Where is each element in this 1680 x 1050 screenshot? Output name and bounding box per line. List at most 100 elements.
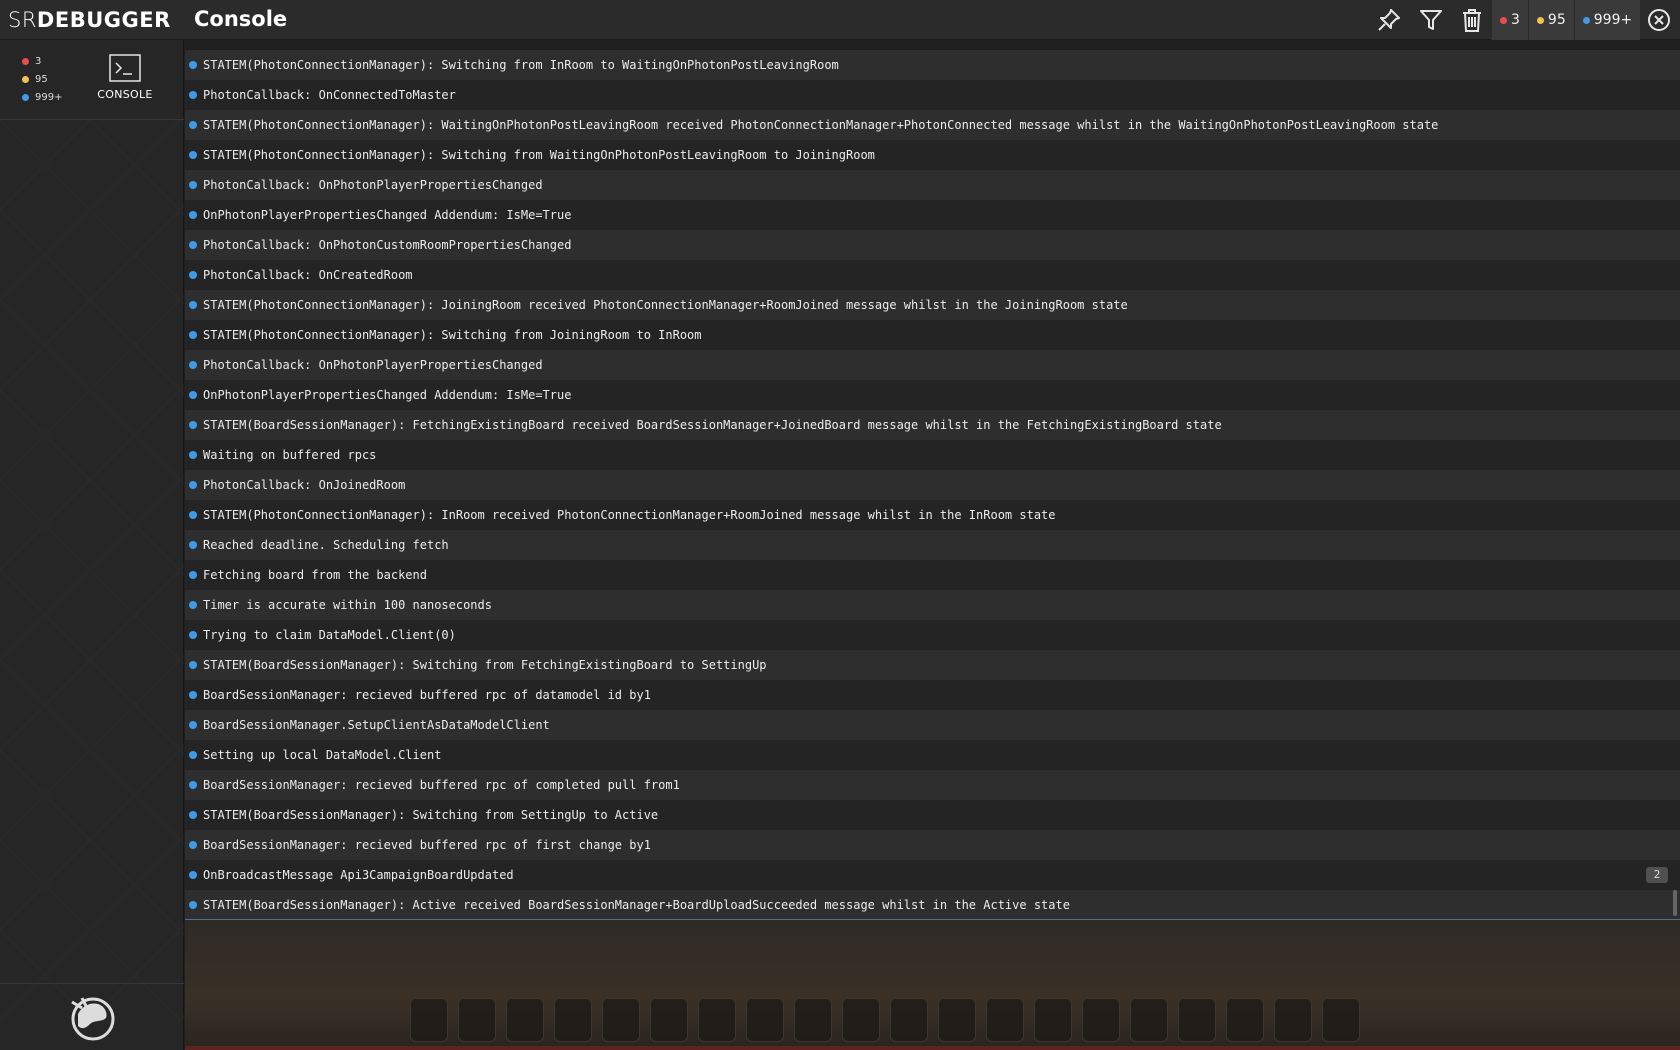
background-slot xyxy=(410,998,448,1042)
log-entry-text: PhotonCallback: OnPhotonCustomRoomProper… xyxy=(203,238,572,252)
info-level-icon xyxy=(189,451,197,459)
log-entry[interactable]: STATEM(PhotonConnectionManager): Switchi… xyxy=(185,140,1680,170)
close-icon xyxy=(1648,9,1670,31)
background-slot xyxy=(842,998,880,1042)
background-slot xyxy=(1178,998,1216,1042)
log-entry-text: STATEM(PhotonConnectionManager): Switchi… xyxy=(203,58,839,72)
log-entry-text: STATEM(BoardSessionManager): Switching f… xyxy=(203,658,767,672)
background-game-view xyxy=(185,920,1680,1050)
app-logo: SRDEBUGGER xyxy=(8,6,171,34)
info-level-icon xyxy=(189,151,197,159)
log-entry[interactable]: PhotonCallback: OnPhotonPlayerProperties… xyxy=(185,170,1680,200)
log-entry[interactable]: Setting up local DataModel.Client xyxy=(185,740,1680,770)
log-entry-text: PhotonCallback: OnPhotonPlayerProperties… xyxy=(203,178,543,192)
log-entry[interactable]: OnPhotonPlayerPropertiesChanged Addendum… xyxy=(185,380,1680,410)
pin-icon xyxy=(1378,9,1400,31)
error-count-toggle[interactable]: 3 xyxy=(1491,0,1528,40)
background-slot xyxy=(506,998,544,1042)
log-entry-text: BoardSessionManager.SetupClientAsDataMod… xyxy=(203,718,550,732)
info-level-icon xyxy=(189,421,197,429)
log-entry-text: Timer is accurate within 100 nanoseconds xyxy=(203,598,492,612)
sidebar: 3 95 999+ CONSOLE xyxy=(0,40,184,1050)
warning-dot xyxy=(1536,16,1544,24)
log-entry-text: BoardSessionManager: recieved buffered r… xyxy=(203,688,651,702)
log-entry[interactable]: STATEM(PhotonConnectionManager): InRoom … xyxy=(185,500,1680,530)
log-entry[interactable]: BoardSessionManager: recieved buffered r… xyxy=(185,680,1680,710)
clear-button[interactable] xyxy=(1451,0,1493,40)
sidebar-item-label: CONSOLE xyxy=(97,88,153,101)
info-level-icon xyxy=(189,631,197,639)
info-level-icon xyxy=(189,811,197,819)
background-slot xyxy=(1082,998,1120,1042)
log-entry[interactable]: STATEM(BoardSessionManager): Switching f… xyxy=(185,650,1680,680)
log-entry[interactable]: PhotonCallback: OnCreatedRoom xyxy=(185,260,1680,290)
log-entry[interactable]: STATEM(PhotonConnectionManager): Switchi… xyxy=(185,50,1680,80)
log-entry-text: Fetching board from the backend xyxy=(203,568,427,582)
close-button[interactable] xyxy=(1638,0,1680,40)
filter-button[interactable] xyxy=(1410,0,1452,40)
background-slot xyxy=(890,998,928,1042)
sidebar-divider xyxy=(0,119,184,120)
log-entry[interactable]: OnBroadcastMessage Api3CampaignBoardUpda… xyxy=(185,860,1680,890)
warning-count: 95 xyxy=(1547,12,1566,28)
duplicate-count-badge: 2 xyxy=(1646,867,1668,883)
info-level-icon xyxy=(189,571,197,579)
info-level-icon xyxy=(189,721,197,729)
background-slot xyxy=(938,998,976,1042)
log-entry[interactable]: Timer is accurate within 100 nanoseconds xyxy=(185,590,1680,620)
background-slot xyxy=(746,998,784,1042)
console-log-list[interactable]: STATEM(PhotonConnectionManager): Switchi… xyxy=(185,50,1680,920)
info-count: 999+ xyxy=(1593,12,1633,28)
log-entry-text: PhotonCallback: OnConnectedToMaster xyxy=(203,88,456,102)
log-entry-text: PhotonCallback: OnCreatedRoom xyxy=(203,268,413,282)
log-entry[interactable]: BoardSessionManager.SetupClientAsDataMod… xyxy=(185,710,1680,740)
log-entry[interactable]: STATEM(PhotonConnectionManager): Waiting… xyxy=(185,110,1680,140)
log-entry[interactable]: PhotonCallback: OnJoinedRoom xyxy=(185,470,1680,500)
info-level-icon xyxy=(189,691,197,699)
error-count: 3 xyxy=(1511,12,1520,28)
page-title: Console xyxy=(194,7,288,31)
sidebar-item-console[interactable]: CONSOLE xyxy=(92,54,158,110)
log-entry[interactable]: OnPhotonPlayerPropertiesChanged Addendum… xyxy=(185,200,1680,230)
sidebar-background-pattern xyxy=(0,120,184,1020)
log-entry-text: OnPhotonPlayerPropertiesChanged Addendum… xyxy=(203,208,572,222)
background-slot xyxy=(698,998,736,1042)
pin-button[interactable] xyxy=(1368,0,1410,40)
brand-logo-icon xyxy=(71,997,115,1041)
logo-prefix: SR xyxy=(8,8,37,32)
log-entry[interactable]: STATEM(PhotonConnectionManager): Switchi… xyxy=(185,320,1680,350)
log-entry[interactable]: PhotonCallback: OnConnectedToMaster xyxy=(185,80,1680,110)
log-bottom-border xyxy=(185,919,1680,920)
log-entry[interactable]: PhotonCallback: OnPhotonPlayerProperties… xyxy=(185,350,1680,380)
log-entry[interactable]: Waiting on buffered rpcs xyxy=(185,440,1680,470)
background-slot xyxy=(1034,998,1072,1042)
sidebar-info-count: 999+ xyxy=(22,92,62,103)
log-entry-text: OnBroadcastMessage Api3CampaignBoardUpda… xyxy=(203,868,514,882)
background-slot xyxy=(650,998,688,1042)
log-entry[interactable]: Trying to claim DataModel.Client(0) xyxy=(185,620,1680,650)
log-entry-text: STATEM(BoardSessionManager): Switching f… xyxy=(203,808,659,822)
log-entry-text: STATEM(PhotonConnectionManager): InRoom … xyxy=(203,508,1056,522)
background-slot xyxy=(1226,998,1264,1042)
log-entry-text: STATEM(PhotonConnectionManager): Switchi… xyxy=(203,148,875,162)
info-level-icon xyxy=(189,541,197,549)
logo-suffix: DEBUGGER xyxy=(36,8,171,32)
log-entry[interactable]: Fetching board from the backend xyxy=(185,560,1680,590)
log-entry[interactable]: BoardSessionManager: recieved buffered r… xyxy=(185,770,1680,800)
log-entry[interactable]: Reached deadline. Scheduling fetch xyxy=(185,530,1680,560)
log-entry-text: Reached deadline. Scheduling fetch xyxy=(203,538,449,552)
log-entry[interactable]: PhotonCallback: OnPhotonCustomRoomProper… xyxy=(185,230,1680,260)
log-entry[interactable]: STATEM(BoardSessionManager): Active rece… xyxy=(185,890,1680,920)
log-entry-text: Setting up local DataModel.Client xyxy=(203,748,442,762)
info-level-icon xyxy=(189,331,197,339)
log-entry[interactable]: STATEM(PhotonConnectionManager): Joining… xyxy=(185,290,1680,320)
log-counters: 3 95 999+ xyxy=(1491,0,1641,40)
log-scrollbar[interactable] xyxy=(1673,890,1677,916)
log-entry[interactable]: STATEM(BoardSessionManager): FetchingExi… xyxy=(185,410,1680,440)
log-entry[interactable]: STATEM(BoardSessionManager): Switching f… xyxy=(185,800,1680,830)
warning-count-toggle[interactable]: 95 xyxy=(1527,0,1574,40)
error-dot xyxy=(22,58,29,65)
log-entry[interactable]: BoardSessionManager: recieved buffered r… xyxy=(185,830,1680,860)
info-level-icon xyxy=(189,871,197,879)
info-count-toggle[interactable]: 999+ xyxy=(1573,0,1641,40)
